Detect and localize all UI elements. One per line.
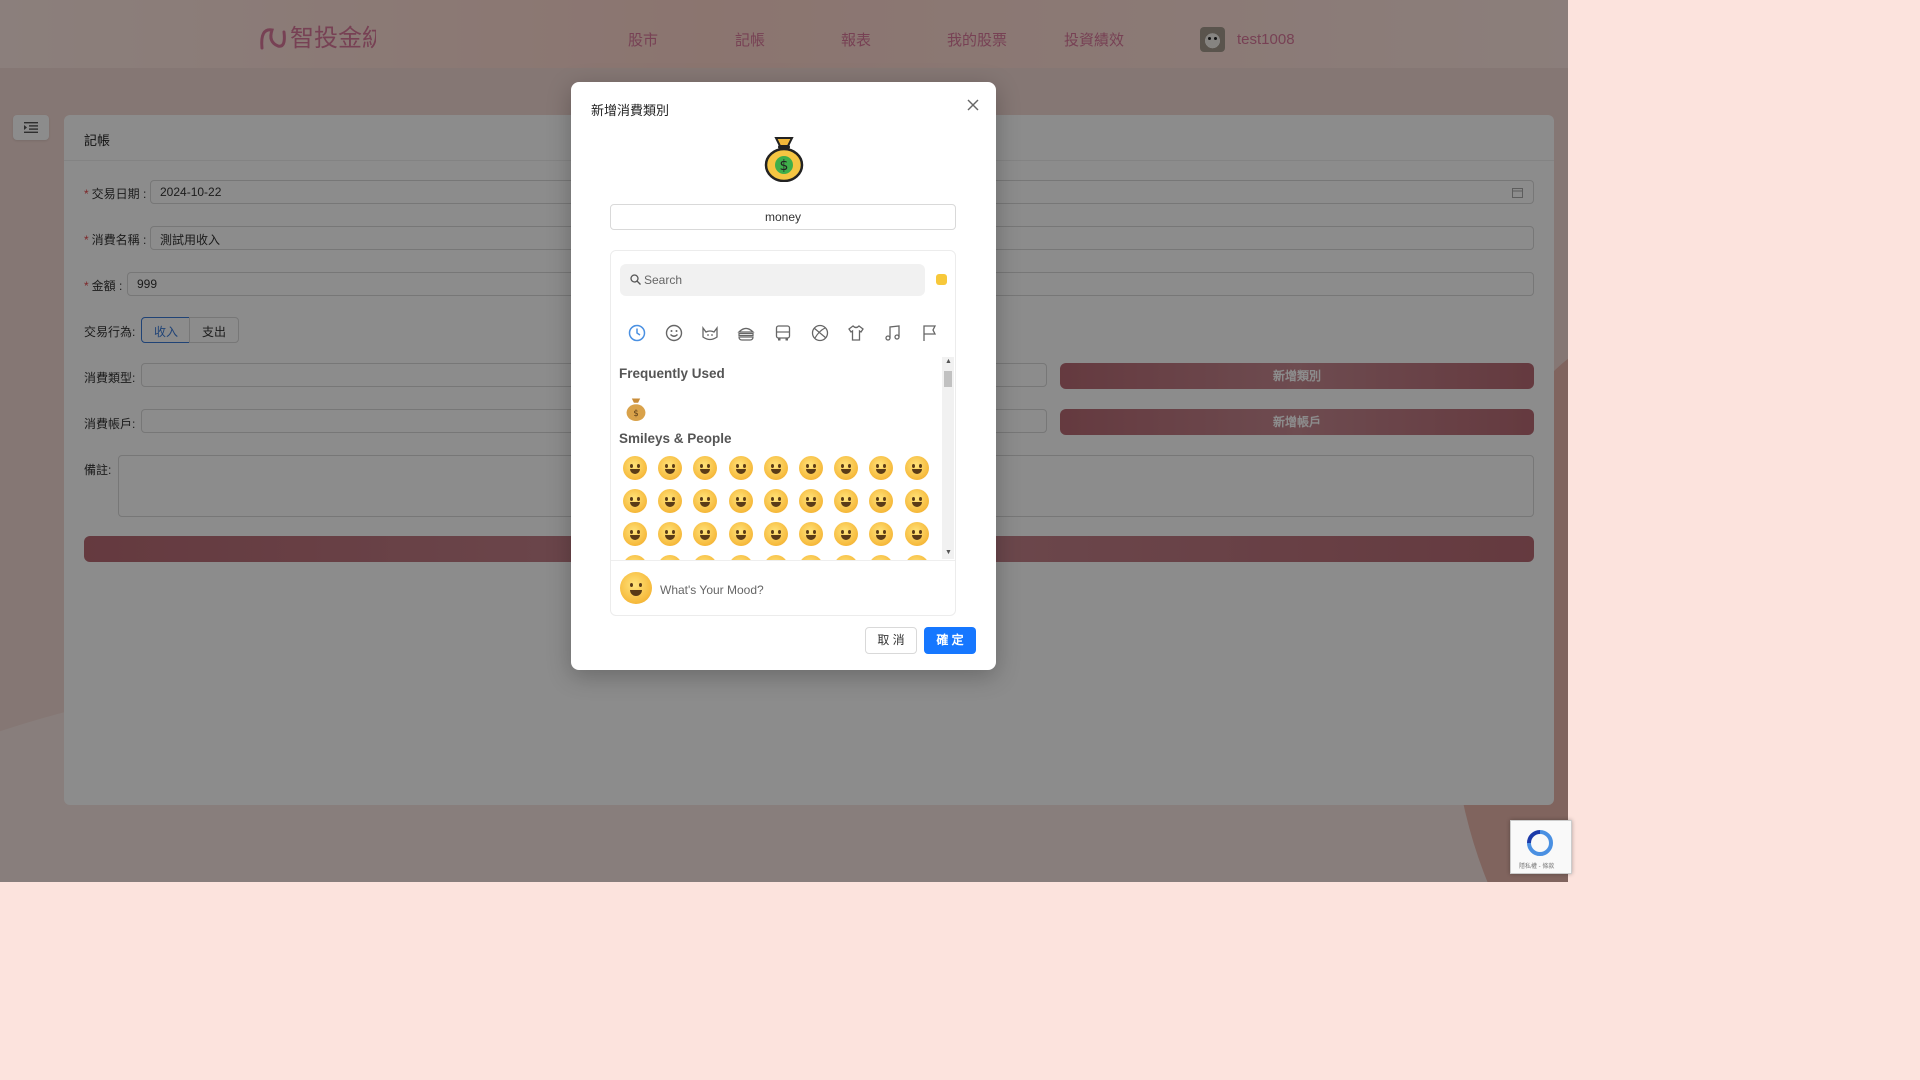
smiley-emoji-icon[interactable] <box>623 456 647 480</box>
smiley-emoji-icon[interactable] <box>904 456 929 480</box>
modal-title: 新增消費類別 <box>591 104 670 119</box>
search-icon <box>630 274 641 285</box>
smiley-emoji-icon[interactable] <box>763 489 788 513</box>
smiley-emoji-icon[interactable] <box>658 456 683 480</box>
ball-icon[interactable] <box>810 323 830 343</box>
scrollbar-thumb[interactable] <box>944 371 952 387</box>
recaptcha-icon <box>1527 830 1553 856</box>
smiley-emoji-icon[interactable] <box>834 522 859 546</box>
svg-text:$: $ <box>780 158 789 174</box>
smiley-emoji-icon[interactable] <box>658 522 683 546</box>
smiley-emoji-icon[interactable] <box>728 522 753 546</box>
smiley-emoji-icon[interactable] <box>904 522 929 546</box>
cat-icon[interactable] <box>700 323 720 343</box>
emoji-list: Frequently Used $ Smileys & People <box>611 356 955 560</box>
section-title-frequently-used: Frequently Used <box>619 366 725 381</box>
smiling-face-icon <box>620 572 652 604</box>
divider <box>611 560 955 561</box>
close-icon[interactable] <box>964 96 982 114</box>
svg-text:$: $ <box>633 408 638 418</box>
burger-icon[interactable] <box>736 323 756 343</box>
moneybag-icon[interactable]: $ <box>625 396 647 422</box>
recaptcha-badge[interactable]: 隱私權 - 條款 <box>1510 820 1572 874</box>
bus-icon[interactable] <box>773 323 793 343</box>
smiley-emoji-icon[interactable] <box>623 522 647 546</box>
shirt-icon[interactable] <box>846 323 866 343</box>
smiley-emoji-icon[interactable] <box>799 489 823 513</box>
flag-icon[interactable] <box>920 323 940 343</box>
smiley-emoji-icon[interactable] <box>799 522 823 546</box>
smiley-emoji-icon[interactable] <box>763 456 788 480</box>
smiley-emoji-icon[interactable] <box>728 489 753 513</box>
mood-placeholder: What's Your Mood? <box>660 583 764 597</box>
smiley-emoji-icon[interactable] <box>904 489 929 513</box>
smiley-icon[interactable] <box>664 323 684 343</box>
emoji-list-scrollbar[interactable]: ▲ ▼ <box>942 357 954 559</box>
smiley-emoji-icon[interactable] <box>658 489 683 513</box>
recaptcha-text[interactable]: 隱私權 - 條款 <box>1519 861 1554 870</box>
smiley-emoji-icon[interactable] <box>834 489 859 513</box>
moneybag-icon: $ <box>764 137 804 182</box>
smiley-emoji-icon[interactable] <box>869 456 894 480</box>
smiley-emoji-icon[interactable] <box>869 489 894 513</box>
emoji-picker: Search Frequently Used $ Smileys & Peopl… <box>610 250 956 616</box>
smiley-emoji-icon[interactable] <box>869 522 894 546</box>
music-note-icon[interactable] <box>883 323 903 343</box>
smiley-emoji-icon[interactable] <box>763 522 788 546</box>
smiley-emoji-icon[interactable] <box>834 456 859 480</box>
smiley-emoji-icon[interactable] <box>728 456 753 480</box>
scroll-down-icon[interactable]: ▼ <box>945 549 952 556</box>
confirm-button[interactable]: 確 定 <box>924 627 976 654</box>
clock-icon[interactable] <box>627 323 647 343</box>
smiley-emoji-icon[interactable] <box>693 489 718 513</box>
smiley-emoji-icon[interactable] <box>623 489 647 513</box>
emoji-search-input[interactable]: Search <box>620 264 925 296</box>
scroll-up-icon[interactable]: ▲ <box>945 358 952 365</box>
add-category-modal: 新增消費類別 $ money Search Frequently Used $ … <box>571 82 996 670</box>
category-name-input[interactable]: money <box>610 204 956 230</box>
smiley-emoji-icon[interactable] <box>693 456 718 480</box>
skin-tone-selector[interactable] <box>936 274 947 285</box>
smiley-emoji-icon[interactable] <box>693 522 718 546</box>
search-placeholder: Search <box>644 273 683 287</box>
section-title-smileys-people: Smileys & People <box>619 431 732 446</box>
smiley-emoji-icon[interactable] <box>799 456 823 480</box>
cancel-button[interactable]: 取 消 <box>865 627 917 654</box>
